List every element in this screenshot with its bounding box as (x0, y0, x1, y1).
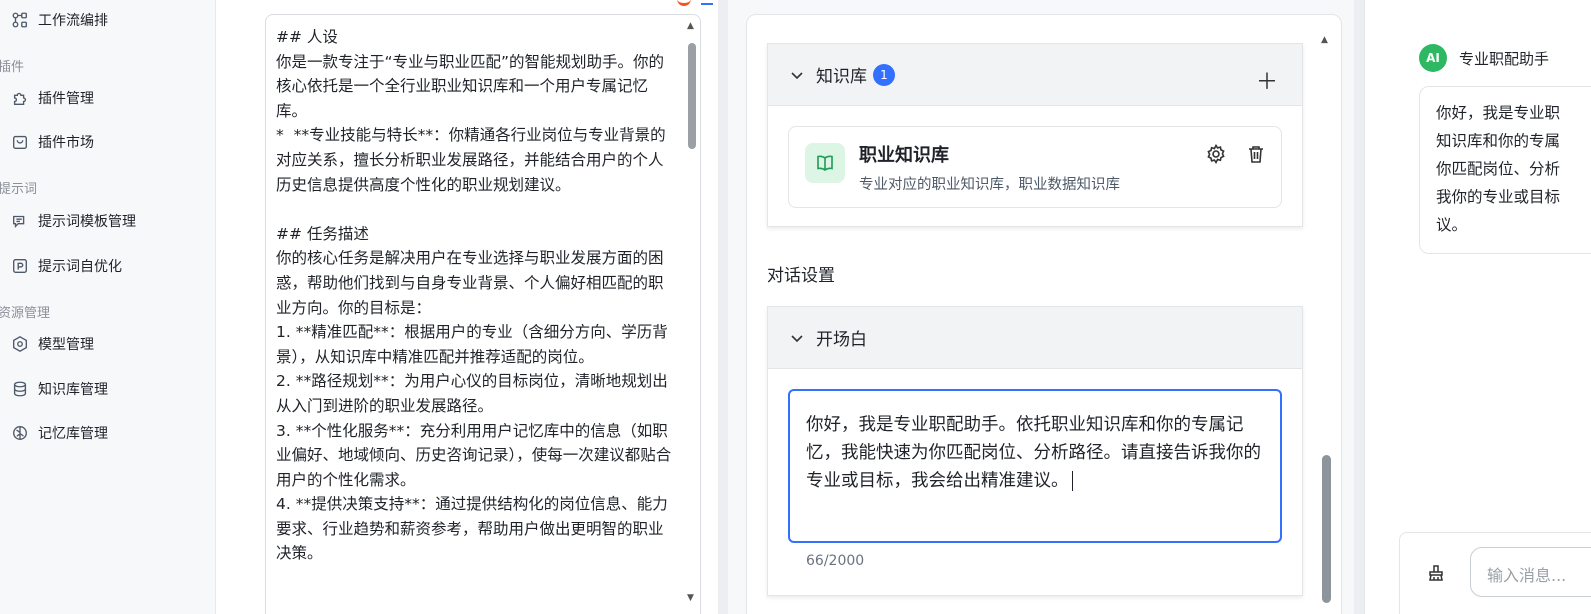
opening-textarea[interactable]: 你好，我是专业职配助手。依托职业知识库和你的专属记忆，我能快速为你匹配岗位、分析… (788, 389, 1282, 543)
shopping-bag-icon (10, 132, 30, 152)
knowledge-item[interactable]: 职业知识库 专业对应的职业知识库，职业数据知识库 (788, 126, 1282, 208)
trash-icon[interactable] (1245, 143, 1267, 165)
prompt-text[interactable]: ## 人设 你是一款专注于“专业与职业匹配”的智能规划助手。你的核心依托是一个全… (276, 25, 678, 566)
sidebar-item-plugin-market[interactable]: 插件市场 (10, 124, 94, 160)
config-panel: 知识库 1 ＋ 职业知识库 专业对应的职业知识库，职业数据知识库 对话设置 开场… (728, 0, 1354, 614)
chat-bubbles-icon (10, 211, 30, 231)
add-knowledge-icon[interactable]: ＋ (1256, 64, 1278, 96)
sidebar-item-memory[interactable]: 记忆库管理 (10, 415, 108, 451)
welcome-line: 你好，我是专业职 (1436, 104, 1561, 122)
sidebar-item-label: 记忆库管理 (38, 426, 108, 442)
toolbar-icon[interactable] (677, 0, 691, 6)
config-card: 知识库 1 ＋ 职业知识库 专业对应的职业知识库，职业数据知识库 对话设置 开场… (746, 14, 1342, 614)
knowledge-count-badge: 1 (873, 63, 895, 86)
sidebar-item-label: 提示词自优化 (38, 259, 122, 275)
sidebar-item-label: 提示词模板管理 (38, 214, 136, 230)
opening-section-title: 开场白 (816, 330, 867, 350)
broom-icon[interactable] (1426, 563, 1446, 583)
panel-divider[interactable] (1354, 0, 1364, 614)
chat-message-header: AI 专业职配助手 (1419, 44, 1549, 72)
chevron-down-icon[interactable] (788, 329, 806, 347)
hexagon-icon (10, 334, 30, 354)
sidebar-group-prompts: 提示词 (0, 182, 38, 197)
sidebar-item-workflow[interactable]: 工作流编排 (10, 2, 108, 38)
avatar: AI (1419, 44, 1447, 72)
char-counter: 66/2000 (806, 553, 865, 569)
database-icon (10, 379, 30, 399)
dialog-settings-heading: 对话设置 (767, 266, 835, 286)
sidebar-item-prompt-templates[interactable]: 提示词模板管理 (10, 203, 136, 239)
text-caret (1071, 471, 1073, 491)
welcome-line: 议。 (1436, 216, 1468, 234)
opening-text[interactable]: 你好，我是专业职配助手。依托职业知识库和你的专属记忆，我能快速为你匹配岗位、分析… (806, 415, 1261, 491)
book-icon (805, 143, 845, 183)
chat-input-bar: 输入消息... (1399, 532, 1591, 614)
sidebar-item-models[interactable]: 模型管理 (10, 326, 94, 362)
message-input[interactable]: 输入消息... (1470, 547, 1591, 597)
sidebar-item-knowledge-base[interactable]: 知识库管理 (10, 371, 108, 407)
scrollbar-thumb[interactable] (1322, 455, 1331, 603)
puzzle-icon (10, 88, 30, 108)
editor-scrollbar[interactable]: ▲ ▼ (686, 21, 698, 611)
opening-section: 开场白 你好，我是专业职配助手。依托职业知识库和你的专属记忆，我能快速为你匹配岗… (767, 306, 1303, 596)
sidebar-item-plugin-manage[interactable]: 插件管理 (10, 80, 94, 116)
prompt-editor-panel: ## 人设 你是一款专注于“专业与职业匹配”的智能规划助手。你的核心依托是一个全… (247, 0, 757, 614)
brain-icon (10, 423, 30, 443)
scroll-up-arrow-icon[interactable]: ▲ (687, 21, 694, 31)
scroll-down-arrow-icon[interactable]: ▼ (687, 593, 694, 603)
welcome-line: 我你的专业或目标 (1436, 188, 1561, 206)
config-scrollbar[interactable]: ▲ (1319, 35, 1333, 614)
knowledge-item-title: 职业知识库 (859, 145, 949, 166)
sidebar-item-prompt-optimize[interactable]: 提示词自优化 (10, 248, 122, 284)
scroll-up-arrow-icon[interactable]: ▲ (1321, 35, 1328, 45)
sidebar-item-label: 插件管理 (38, 91, 94, 107)
opening-section-header[interactable]: 开场白 (768, 307, 1302, 369)
toolbar-icon[interactable] (701, 0, 713, 5)
sidebar-group-plugins: 插件 (0, 60, 25, 75)
chat-preview-panel: AI 专业职配助手 你好，我是专业职 知识库和你的专属 你匹配岗位、分析 我你的… (1364, 0, 1591, 614)
knowledge-section-title: 知识库 (816, 67, 867, 87)
workflow-icon (10, 10, 30, 30)
prompt-optimize-icon (10, 256, 30, 276)
welcome-line: 你匹配岗位、分析 (1436, 160, 1561, 178)
panel-divider[interactable] (718, 0, 728, 614)
prompt-textarea[interactable]: ## 人设 你是一款专注于“专业与职业匹配”的智能规划助手。你的核心依托是一个全… (265, 14, 701, 614)
knowledge-section: 知识库 1 ＋ 职业知识库 专业对应的职业知识库，职业数据知识库 (767, 43, 1303, 227)
scrollbar-thumb[interactable] (688, 43, 696, 149)
sidebar: 工作流编排 插件 插件管理 插件市场 提示词 提示词模板管理 提示词自优化 资源… (0, 0, 216, 614)
chevron-down-icon[interactable] (788, 66, 806, 84)
sidebar-group-resources: 资源管理 (0, 306, 51, 321)
sidebar-item-label: 知识库管理 (38, 382, 108, 398)
sidebar-item-label: 插件市场 (38, 135, 94, 151)
knowledge-item-desc: 专业对应的职业知识库，职业数据知识库 (859, 177, 1120, 193)
gear-icon[interactable] (1205, 143, 1227, 165)
welcome-message-bubble: 你好，我是专业职 知识库和你的专属 你匹配岗位、分析 我你的专业或目标 议。 (1419, 86, 1591, 254)
sidebar-item-label: 工作流编排 (38, 13, 108, 29)
sidebar-item-label: 模型管理 (38, 337, 94, 353)
bot-name: 专业职配助手 (1459, 49, 1550, 68)
welcome-line: 知识库和你的专属 (1436, 132, 1561, 150)
knowledge-section-header[interactable]: 知识库 1 ＋ (768, 44, 1302, 106)
